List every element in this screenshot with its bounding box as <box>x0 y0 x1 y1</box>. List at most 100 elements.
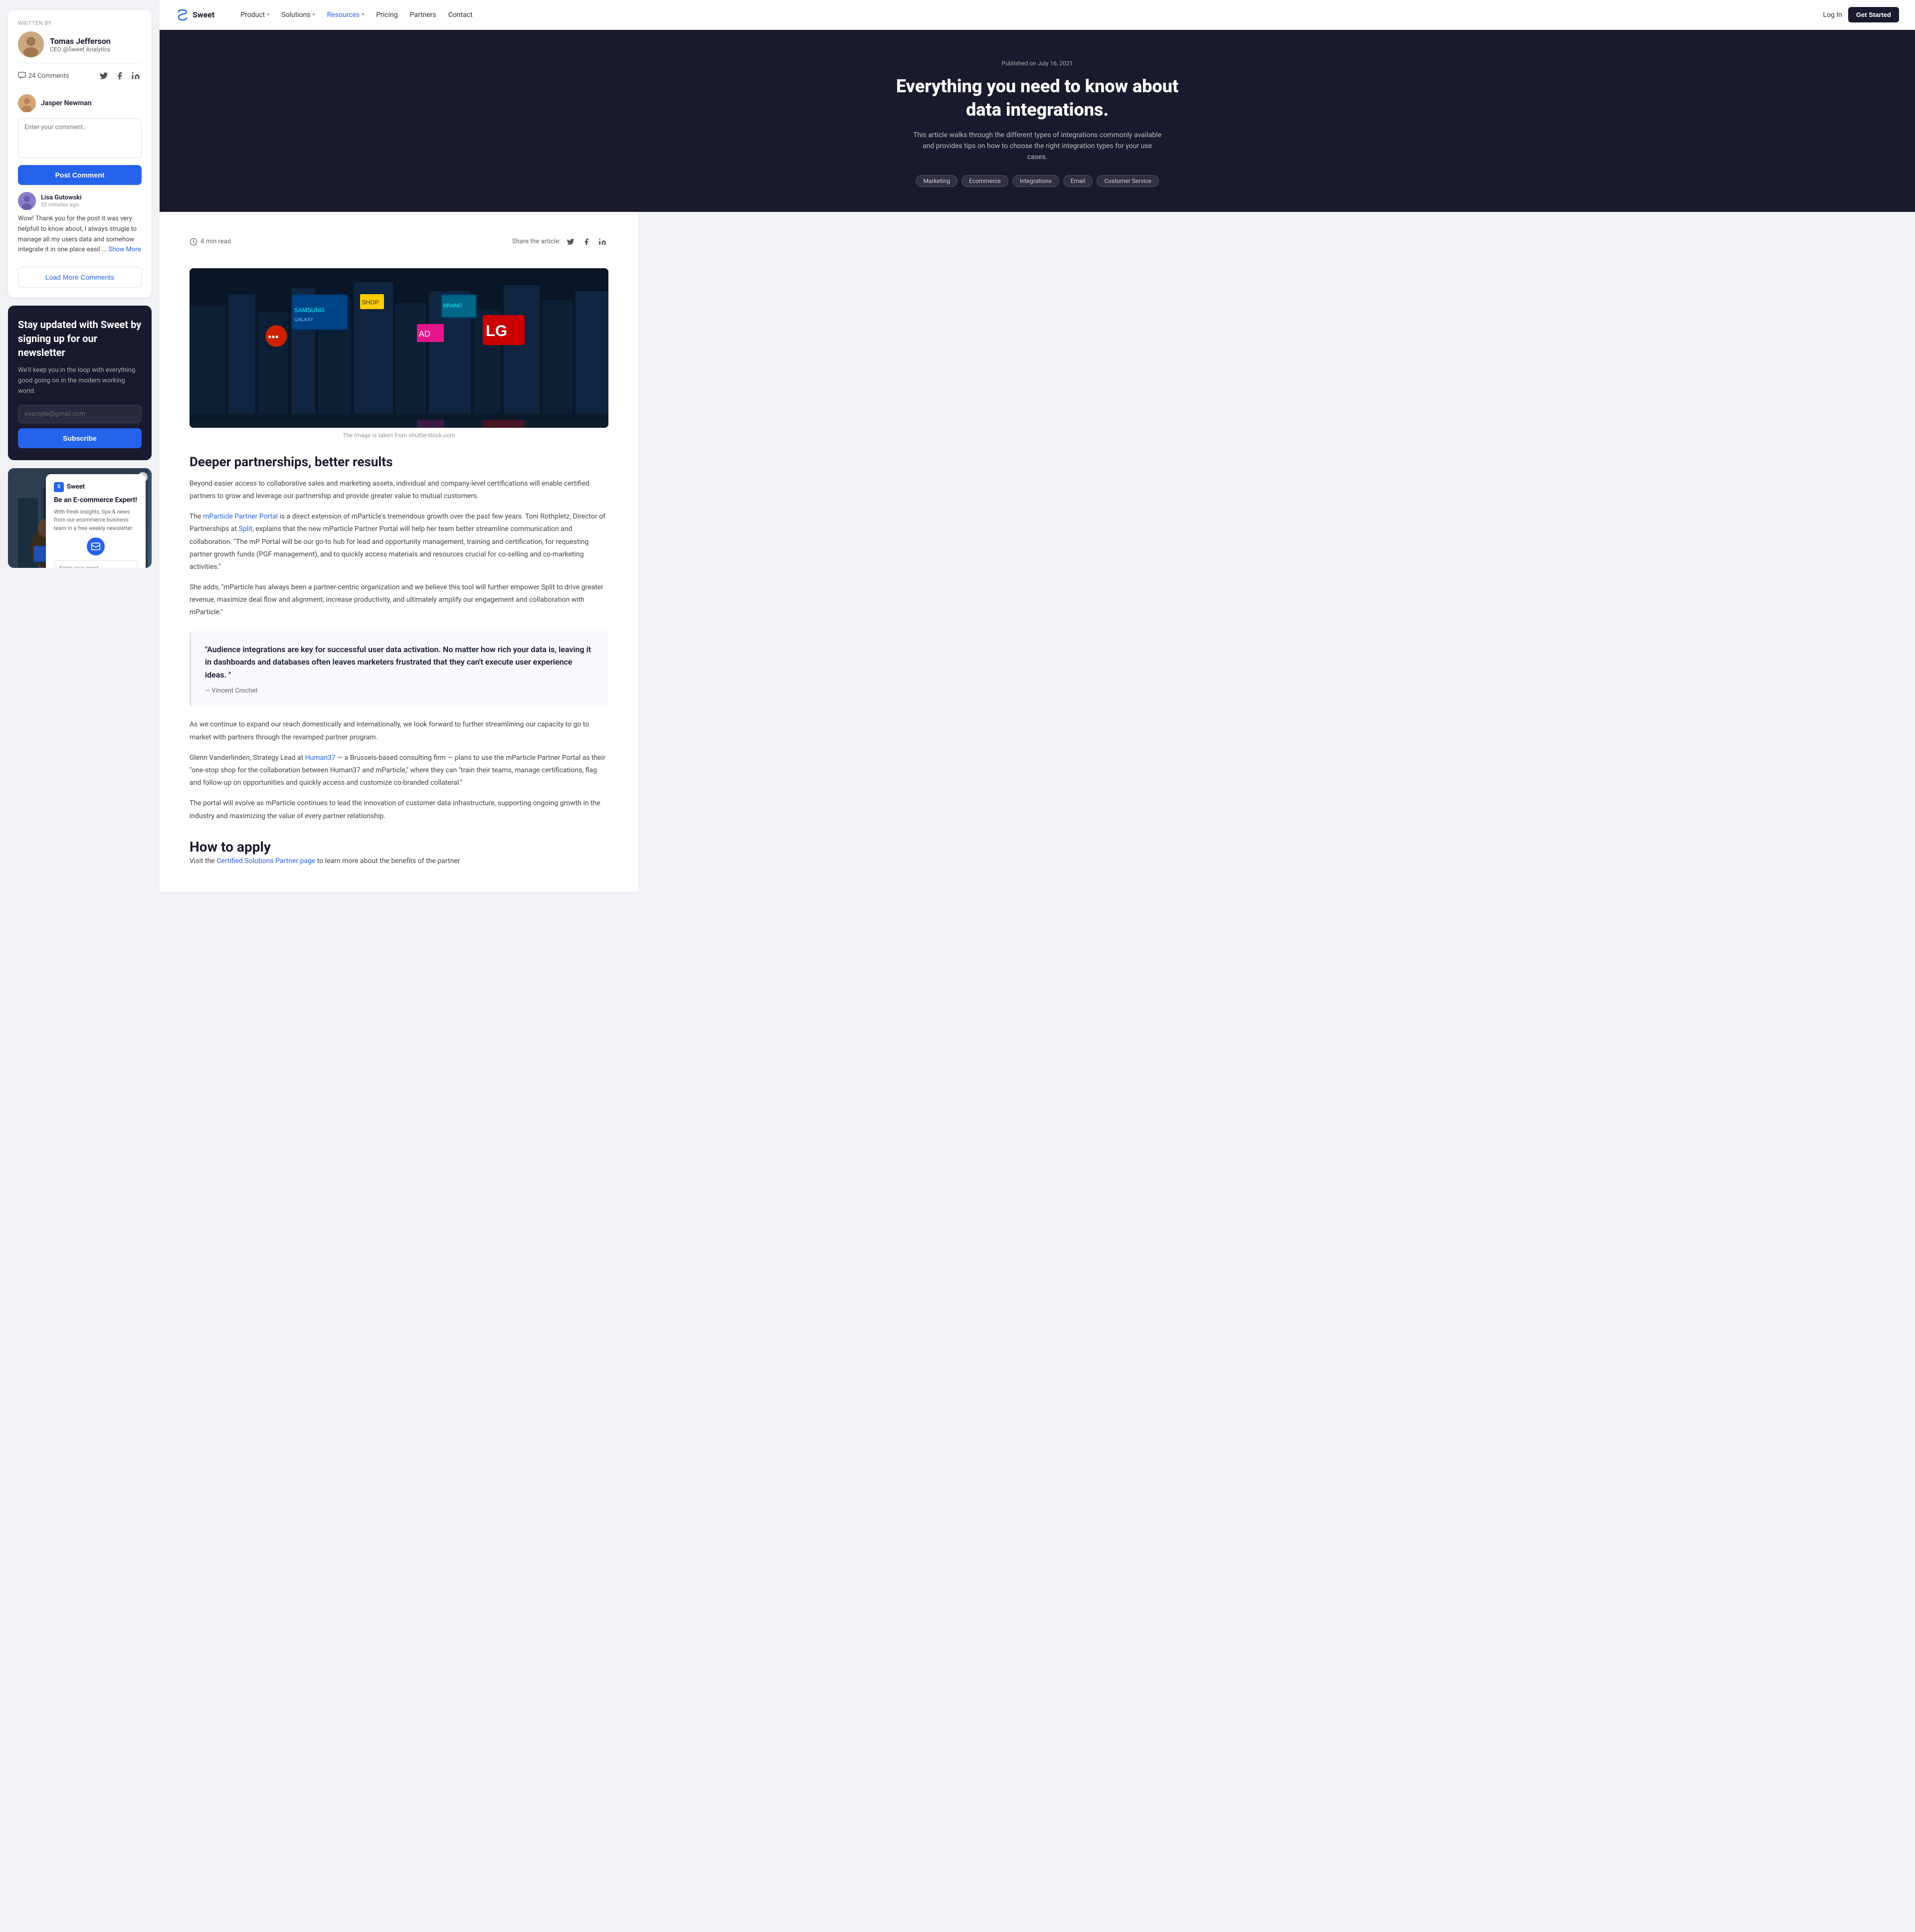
commenter-row: Lisa Gutowski 32 minutes ago <box>18 192 142 210</box>
blockquote-author: — Vincent Crochet <box>205 687 594 695</box>
clock-icon <box>190 238 197 246</box>
nav-logo[interactable]: Sweet <box>176 8 214 22</box>
facebook-icon[interactable] <box>114 70 126 82</box>
current-username: Jasper Newman <box>41 99 92 107</box>
comment-textarea[interactable] <box>18 118 142 158</box>
newsletter-card: Stay updated with Sweet by signing up fo… <box>8 306 152 460</box>
commenter-avatar <box>18 192 36 210</box>
share-label: Share the article: <box>512 238 561 245</box>
post-comment-button[interactable]: Post Comment <box>18 165 142 185</box>
social-icons <box>98 70 142 82</box>
commenter-info: Lisa Gutowski 32 minutes ago <box>41 194 82 208</box>
logo-text: Sweet <box>192 10 214 19</box>
split-link[interactable]: Split <box>239 525 253 533</box>
commenter-time: 32 minutes ago <box>41 201 82 208</box>
promo-overlay: S Sweet Be an E-commerce Expert! With fr… <box>46 474 146 568</box>
paragraph-6: The portal will evolve as mParticle cont… <box>190 797 608 822</box>
paragraph-2: The mParticle Partner Portal is a direct… <box>190 511 608 573</box>
paragraph-4: As we continue to expand our reach domes… <box>190 718 608 743</box>
article-hero-image: LG AD SAMSUNG GALAXY ●●● SHOP BRAND <box>190 268 608 428</box>
comment-count: 24 Comments <box>18 72 69 80</box>
article-subtitle: This article walks through the different… <box>913 130 1162 163</box>
paragraph-5: Glenn Vanderlinden, Strategy Lead at Hum… <box>190 752 608 790</box>
comment-text: Wow! Thank you for the post it was very … <box>18 214 142 255</box>
show-more-link[interactable]: Show More <box>109 246 141 253</box>
comment-item: Lisa Gutowski 32 minutes ago Wow! Thank … <box>18 185 142 263</box>
article-meta: 4 min read Share the article: <box>190 228 608 256</box>
commenter-name: Lisa Gutowski <box>41 194 82 201</box>
nav-solutions[interactable]: Solutions ▾ <box>281 11 315 19</box>
newsletter-description: We'll keep you in the loop with everythi… <box>18 365 142 396</box>
svg-text:AD: AD <box>419 329 430 339</box>
nav-actions: Log In Get Started <box>1823 7 1899 22</box>
nav-product[interactable]: Product ▾ <box>240 11 269 19</box>
read-time: 4 min read <box>190 238 231 246</box>
blockquote: "Audience integrations are key for succe… <box>190 631 608 707</box>
navbar: Sweet Product ▾ Solutions ▾ Resources ▾ … <box>160 0 1915 30</box>
sidebar: WRITTEN BY Tomas Jefferson CEO @Sweet An… <box>0 0 160 1932</box>
newsletter-email-input[interactable] <box>18 405 142 423</box>
image-caption: The image is taken from shutterstock.com <box>190 432 608 439</box>
share-linkedin-icon[interactable] <box>596 236 608 248</box>
comment-count-text: 24 Comments <box>28 72 69 80</box>
tag-marketing[interactable]: Marketing <box>916 175 958 187</box>
author-row: Tomas Jefferson CEO @Sweet Analytics <box>18 31 142 57</box>
promo-logo-icon: S <box>54 482 64 492</box>
nav-contact[interactable]: Contact <box>448 11 473 19</box>
hero-section: Published on July 16, 2021 Everything yo… <box>160 30 1915 212</box>
promo-description: With fresh insights, tips & news from ou… <box>54 508 138 533</box>
login-link[interactable]: Log In <box>1823 11 1842 19</box>
svg-text:SHOP: SHOP <box>362 299 379 306</box>
share-row: Share the article: <box>512 236 608 248</box>
linkedin-icon[interactable] <box>130 70 142 82</box>
tags-row: Marketing Ecommerce Integrations Email C… <box>180 175 1895 187</box>
comment-user-row: Jasper Newman <box>18 94 142 112</box>
author-card: WRITTEN BY Tomas Jefferson CEO @Sweet An… <box>8 10 152 298</box>
nav-links: Product ▾ Solutions ▾ Resources ▾ Pricin… <box>240 11 1807 19</box>
nav-resources[interactable]: Resources ▾ <box>327 11 365 19</box>
subscribe-button[interactable]: Subscribe <box>18 428 142 448</box>
get-started-button[interactable]: Get Started <box>1848 7 1899 22</box>
promo-title: Be an E-commerce Expert! <box>54 496 138 504</box>
product-chevron: ▾ <box>267 12 269 17</box>
comment-icon <box>18 72 26 80</box>
paragraph-3: She adds, "mParticle has always been a p… <box>190 581 608 619</box>
twitter-icon[interactable] <box>98 70 110 82</box>
social-row: 24 Comments <box>18 63 142 82</box>
article-date: Published on July 16, 2021 <box>180 60 1895 67</box>
paragraph-7: Visit the Certified Solutions Partner pa… <box>190 855 608 868</box>
main-content: Sweet Product ▾ Solutions ▾ Resources ▾ … <box>160 0 1915 1932</box>
svg-text:BRAND: BRAND <box>443 303 462 309</box>
blockquote-text: "Audience integrations are key for succe… <box>205 643 594 682</box>
resources-chevron: ▾ <box>362 12 364 17</box>
svg-text:GALAXY: GALAXY <box>294 317 314 323</box>
promo-logo-row: S Sweet <box>54 482 138 492</box>
tag-customer-service[interactable]: Customer Service <box>1097 175 1158 187</box>
section2-title: How to apply <box>190 839 608 855</box>
promo-email-icon <box>87 537 105 555</box>
promo-logo-text: Sweet <box>67 483 85 491</box>
tag-email[interactable]: Email <box>1063 175 1093 187</box>
article-title: Everything you need to know about data i… <box>888 75 1187 122</box>
author-title: CEO @Sweet Analytics <box>50 46 111 53</box>
section1-title: Deeper partnerships, better results <box>190 455 608 470</box>
human37-link[interactable]: Human37 <box>305 754 336 762</box>
nav-partners[interactable]: Partners <box>410 11 436 19</box>
mparticle-link[interactable]: mParticle Partner Portal <box>203 513 278 521</box>
share-facebook-icon[interactable] <box>580 236 592 248</box>
share-twitter-icon[interactable] <box>565 236 576 248</box>
tag-ecommerce[interactable]: Ecommerce <box>961 175 1008 187</box>
svg-text:SAMSUNG: SAMSUNG <box>294 307 325 314</box>
load-more-button[interactable]: Load More Comments <box>18 267 142 288</box>
svg-text:LG: LG <box>486 322 507 340</box>
promo-email-input[interactable] <box>54 560 138 568</box>
promo-card: ✕ S Sweet Be an E-commerce Expert! With … <box>8 468 152 568</box>
tag-integrations[interactable]: Integrations <box>1012 175 1059 187</box>
nav-pricing[interactable]: Pricing <box>376 11 397 19</box>
certified-solutions-link[interactable]: Certified Solutions Partner page <box>216 857 315 865</box>
svg-text:●●●: ●●● <box>268 333 279 340</box>
author-name: Tomas Jefferson <box>50 36 111 46</box>
newsletter-title: Stay updated with Sweet by signing up fo… <box>18 318 142 359</box>
author-info: Tomas Jefferson CEO @Sweet Analytics <box>50 36 111 53</box>
solutions-chevron: ▾ <box>313 12 315 17</box>
